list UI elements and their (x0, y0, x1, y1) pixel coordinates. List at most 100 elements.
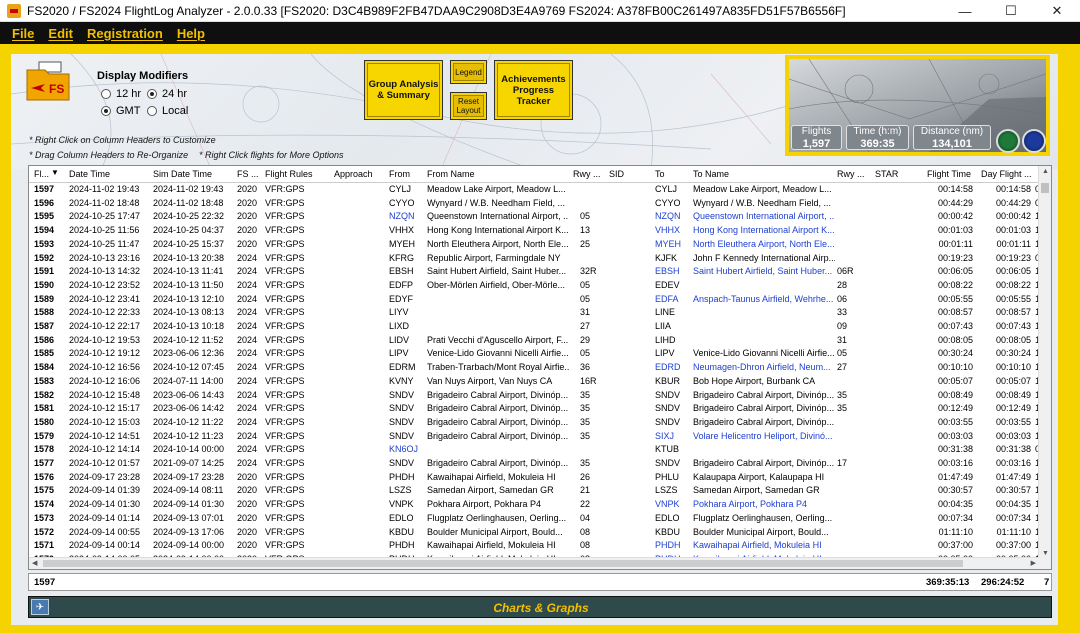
col-header-to[interactable]: To (655, 169, 665, 179)
cell-flight-number: 1588 (34, 307, 55, 318)
cell-fs-version: 2020 (237, 184, 258, 194)
cell-flight-rules: VFR:GPS (265, 348, 305, 359)
table-row[interactable]: 1592 2024-10-13 23:16 2024-10-13 20:38 2024… (29, 252, 1040, 266)
table-row[interactable]: 1575 2024-09-14 01:39 2024-09-14 08:11 2020… (29, 484, 1040, 498)
table-row[interactable]: 1580 2024-10-12 15:03 2024-10-12 11:22 2024… (29, 416, 1040, 430)
table-row[interactable]: 1595 2024-10-25 17:47 2024-10-25 22:32 2020… (29, 210, 1040, 224)
cell-from-name: Wynyard / W.B. Needham Field, ... (427, 197, 565, 208)
table-row[interactable]: 1584 2024-10-12 16:56 2024-10-12 07:45 2024… (29, 361, 1040, 375)
radio-12hr[interactable]: 12 hr (101, 88, 141, 100)
table-row[interactable]: 1587 2024-10-12 22:17 2024-10-13 10:18 2024… (29, 320, 1040, 334)
table-row[interactable]: 1573 2024-09-14 01:14 2024-09-13 07:01 2020… (29, 512, 1040, 526)
cell-flight-time: 00:30:24 (937, 348, 973, 359)
table-row[interactable]: 1586 2024-10-12 19:53 2024-10-12 11:52 2024… (29, 334, 1040, 348)
table-row[interactable]: 1571 2024-09-14 00:14 2024-09-14 00:00 2020… (29, 539, 1040, 553)
legend-button[interactable]: Legend (450, 60, 487, 84)
table-row[interactable]: 1585 2024-10-12 19:12 2023-06-06 12:36 2024… (29, 347, 1040, 361)
cell-to-name: Boulder Municipal Airport, Bould... (693, 526, 829, 537)
scroll-right-icon[interactable]: ▶ (1031, 559, 1036, 567)
achievements-button[interactable]: Achievements Progress Tracker (494, 60, 573, 120)
table-row[interactable]: 1591 2024-10-13 14:32 2024-10-13 11:41 2024… (29, 265, 1040, 279)
cell-date-time: 2024-09-14 00:55 (69, 526, 141, 537)
col-header-flight[interactable]: Fl... (34, 169, 49, 179)
cell-rwy-from: 05 (580, 348, 591, 359)
vertical-scroll-thumb[interactable] (1041, 183, 1049, 193)
col-header-rwy-to[interactable]: Rwy ... (837, 169, 865, 179)
table-row[interactable]: 1588 2024-10-12 22:33 2024-10-13 08:13 2024… (29, 306, 1040, 320)
col-header-flight-time[interactable]: Flight Time (927, 169, 971, 179)
table-row[interactable]: 1579 2024-10-12 14:51 2024-10-12 11:23 2024… (29, 430, 1040, 444)
radio-24hr[interactable]: 24 hr (147, 88, 187, 100)
minimize-button[interactable]: — (942, 0, 988, 22)
menu-edit[interactable]: Edit (48, 26, 73, 41)
cell-sim-date-time: 2024-10-14 00:00 (153, 444, 225, 455)
col-header-sim-date-time[interactable]: Sim Date Time (153, 169, 212, 179)
horizontal-scroll-thumb[interactable] (43, 560, 963, 567)
cell-from: LIXD (389, 321, 410, 331)
table-row[interactable]: 1578 2024-10-12 14:14 2024-10-14 00:00 2024… (29, 443, 1040, 457)
cell-flight-time: 00:44:29 (937, 197, 973, 208)
group-analysis-button[interactable]: Group Analysis & Summary (364, 60, 443, 120)
cell-flight-number: 1595 (34, 211, 55, 222)
maximize-button[interactable]: ☐ (988, 0, 1034, 22)
cell-rwy-from: 16R (580, 375, 597, 386)
radio-local[interactable]: Local (147, 105, 188, 117)
table-row[interactable]: 1596 2024-11-02 18:48 2024-11-02 18:48 2020… (29, 197, 1040, 211)
cell-to: LINE (655, 307, 676, 318)
col-header-from-name[interactable]: From Name (427, 169, 475, 179)
menu-registration[interactable]: Registration (87, 26, 163, 41)
table-row[interactable]: 1594 2024-10-25 11:56 2024-10-25 04:37 2020… (29, 224, 1040, 238)
close-button[interactable]: ✕ (1034, 0, 1080, 22)
time-stat: Time (h:m) 369:35 (846, 125, 909, 150)
cell-flight-time: 01:11:10 (938, 526, 973, 537)
cell-to-name: Kalaupapa Airport, Kalaupapa HI (693, 471, 825, 482)
col-header-star[interactable]: STAR (875, 169, 898, 179)
table-row[interactable]: 1589 2024-10-12 23:41 2024-10-13 12:10 2024… (29, 293, 1040, 307)
table-row[interactable]: 1576 2024-09-17 23:28 2024-09-17 23:28 2020… (29, 471, 1040, 485)
vertical-scrollbar[interactable]: ▲ ▼ (1038, 166, 1051, 569)
table-row[interactable]: 1574 2024-09-14 01:30 2024-09-14 01:30 2020… (29, 498, 1040, 512)
cell-rwy-to: 06 (837, 293, 848, 304)
table-row[interactable]: 1593 2024-10-25 11:47 2024-10-25 15:37 2020… (29, 238, 1040, 252)
table-row[interactable]: 1597 2024-11-02 19:43 2024-11-02 19:43 2020… (29, 183, 1040, 197)
cell-flight-number: 1589 (34, 293, 55, 304)
cell-flight-rules: VFR:GPS (265, 334, 305, 345)
menu-help[interactable]: Help (177, 26, 205, 41)
cell-to: KTUB (655, 444, 680, 455)
table-row[interactable]: 1577 2024-10-12 01:57 2021-09-07 14:25 2024… (29, 457, 1040, 471)
cell-from-name: Brigadeiro Cabral Airport, Divinóp... (427, 389, 569, 400)
radio-gmt[interactable]: GMT (101, 105, 140, 117)
col-header-rwy-from[interactable]: Rwy ... (573, 169, 601, 179)
cell-flight-time: 01:47:49 (937, 471, 973, 482)
horizontal-scrollbar[interactable]: ◀ ▶ (29, 557, 1039, 569)
cell-fs-version: 2020 (237, 471, 258, 482)
total-count: 1597 (34, 577, 56, 588)
col-header-flight-rules[interactable]: Flight Rules (265, 169, 313, 179)
scroll-left-icon[interactable]: ◀ (32, 559, 37, 567)
cell-flight-rules: VFR:GPS (265, 266, 305, 277)
menu-file[interactable]: File (12, 26, 34, 41)
cell-sim-date-time: 2024-10-13 12:10 (153, 293, 225, 304)
col-header-day-flight[interactable]: Day Flight ... (981, 169, 1032, 179)
table-row[interactable]: 1572 2024-09-14 00:55 2024-09-13 17:06 2020… (29, 526, 1040, 540)
col-header-approach[interactable]: Approach (334, 169, 373, 179)
scroll-down-icon[interactable]: ▼ (1042, 550, 1049, 557)
col-header-to-name[interactable]: To Name (693, 169, 729, 179)
charts-graphs-bar[interactable]: ✈ Charts & Graphs (28, 596, 1052, 618)
col-header-fs[interactable]: FS ... (237, 169, 259, 179)
flights-grid[interactable]: Fl... ▼ Date Time Sim Date Time FS ... F… (28, 165, 1052, 570)
col-header-date-time[interactable]: Date Time (69, 169, 110, 179)
table-row[interactable]: 1582 2024-10-12 15:48 2023-06-06 14:43 2024… (29, 389, 1040, 403)
cell-from-name: Flugplatz Oerlinghausen, Oerling... (427, 512, 567, 523)
table-row[interactable]: 1581 2024-10-12 15:17 2023-06-06 14:42 2024… (29, 402, 1040, 416)
cell-from: SNDV (389, 389, 415, 400)
scroll-up-icon[interactable]: ▲ (1042, 168, 1049, 175)
cell-day-flight-time: 00:05:55 (995, 293, 1031, 304)
table-row[interactable]: 1590 2024-10-12 23:52 2024-10-13 11:50 2024… (29, 279, 1040, 293)
reset-layout-button[interactable]: Reset Layout (450, 92, 487, 120)
col-header-from[interactable]: From (389, 169, 410, 179)
cell-flight-time: 00:10:10 (937, 362, 973, 373)
table-row[interactable]: 1583 2024-10-12 16:06 2024-07-11 14:00 2024… (29, 375, 1040, 389)
cell-date-time: 2024-10-12 19:12 (69, 348, 141, 359)
col-header-sid[interactable]: SID (609, 169, 624, 179)
